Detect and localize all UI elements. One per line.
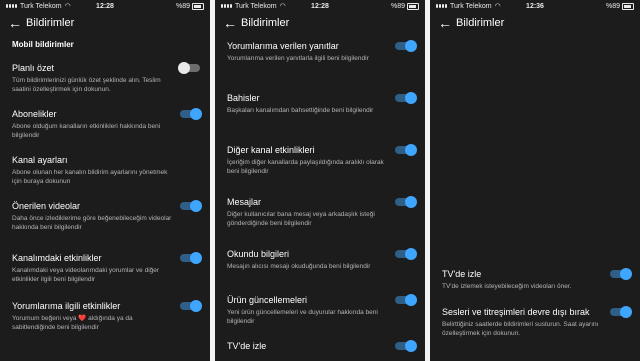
setting-title: Abonelikler bbox=[12, 109, 57, 119]
phone-screen-3: Turk Telekom ◠ 12:36 %89 ← Bildirimler T… bbox=[430, 0, 640, 361]
app-bar: ← Bildirimler bbox=[430, 12, 640, 34]
setting-read-receipts[interactable]: Okundu bilgileri Mesajın alıcısı mesajı … bbox=[215, 248, 425, 294]
signal-icon bbox=[221, 4, 232, 8]
setting-description: Yeni ürün güncellemeleri ve duyurular ha… bbox=[227, 309, 378, 325]
carrier-name: Turk Telekom bbox=[450, 2, 492, 10]
page-title: Bildirimler bbox=[456, 17, 505, 29]
signal-icon bbox=[436, 4, 447, 8]
setting-comment-replies[interactable]: Yorumlarıma verilen yanıtlar Yorumlarıma… bbox=[215, 40, 425, 92]
battery-percent: %89 bbox=[390, 2, 405, 10]
wifi-icon: ◠ bbox=[494, 3, 501, 10]
setting-product-updates[interactable]: Ürün güncellemeleri Yeni ürün güncelleme… bbox=[215, 294, 425, 340]
setting-title: TV'de izle bbox=[442, 269, 482, 279]
toggle-switch[interactable] bbox=[395, 294, 417, 306]
setting-description: Daha önce izlediklerime göre beğenebilec… bbox=[12, 215, 172, 231]
toggle-switch[interactable] bbox=[395, 92, 417, 104]
status-time: 12:28 bbox=[311, 2, 329, 10]
battery-percent: %89 bbox=[175, 2, 190, 10]
setting-title: Önerilen videolar bbox=[12, 201, 81, 211]
app-bar: ← Bildirimler bbox=[215, 12, 425, 34]
setting-title: Mesajlar bbox=[227, 197, 262, 207]
setting-description: Yorumum beğeni veya ❤️ aldığında ya da s… bbox=[12, 314, 174, 332]
status-time: 12:28 bbox=[96, 2, 114, 10]
carrier-name: Turk Telekom bbox=[235, 2, 277, 10]
setting-watch-on-tv[interactable]: TV'de izle TV'de izlemek isteyebileceğim… bbox=[430, 268, 640, 306]
phone-screen-1: Turk Telekom ◠ 12:28 %89 ← Bildirimler M… bbox=[0, 0, 210, 361]
toggle-switch[interactable] bbox=[180, 108, 202, 120]
toggle-switch[interactable] bbox=[178, 62, 200, 74]
signal-icon bbox=[6, 4, 17, 8]
carrier-name: Turk Telekom bbox=[20, 2, 62, 10]
toggle-switch[interactable] bbox=[180, 300, 202, 312]
setting-description: Yorumlarıma verilen yanıtlarla ilgili be… bbox=[227, 55, 369, 62]
setting-description: Mesajın alıcısı mesajı okuduğunda beni b… bbox=[227, 263, 371, 270]
toggle-switch[interactable] bbox=[180, 200, 202, 212]
wifi-icon: ◠ bbox=[279, 3, 286, 10]
battery-icon bbox=[407, 2, 419, 10]
setting-subscriptions[interactable]: Abonelikler Abone olduğum kanalların etk… bbox=[0, 108, 210, 154]
setting-description: TV'de izlemek isteyebileceğim videoları … bbox=[442, 283, 572, 290]
setting-mute-notifications[interactable]: Sesleri ve titreşimleri devre dışı bırak… bbox=[430, 306, 640, 352]
toggle-switch[interactable] bbox=[395, 340, 417, 352]
toggle-switch[interactable] bbox=[180, 252, 202, 264]
setting-title: Kanalımdaki etkinlikler bbox=[12, 253, 102, 263]
back-arrow-icon[interactable]: ← bbox=[8, 16, 26, 30]
setting-title: Yorumlarıma verilen yanıtlar bbox=[227, 41, 339, 51]
toggle-switch[interactable] bbox=[395, 248, 417, 260]
battery-icon bbox=[622, 2, 634, 10]
section-header: Mobil bildirimler bbox=[12, 40, 74, 49]
setting-title: Yorumlarıma ilgili etkinlikler bbox=[12, 301, 121, 311]
back-arrow-icon[interactable]: ← bbox=[223, 16, 241, 30]
setting-mentions[interactable]: Bahisler Başkaları kanalımdan bahsettiği… bbox=[215, 92, 425, 144]
settings-list: Mobil bildirimler Planlı özet Tüm bildir… bbox=[0, 34, 210, 340]
setting-other-channel-activity[interactable]: Diğer kanal etkinlikleri İçeriğim diğer … bbox=[215, 144, 425, 196]
settings-list: Yorumlarıma verilen yanıtlar Yorumlarıma… bbox=[215, 40, 425, 360]
setting-title: Planlı özet bbox=[12, 63, 55, 73]
setting-description: Belirttiğiniz saatlerde bildirimleri sus… bbox=[442, 321, 599, 337]
wifi-icon: ◠ bbox=[64, 3, 71, 10]
status-bar: Turk Telekom ◠ 12:28 %89 bbox=[215, 0, 425, 12]
screenshot-strip: Turk Telekom ◠ 12:28 %89 ← Bildirimler M… bbox=[0, 0, 640, 361]
app-bar: ← Bildirimler bbox=[0, 12, 210, 34]
setting-title: Ürün güncellemeleri bbox=[227, 295, 308, 305]
status-time: 12:36 bbox=[526, 2, 544, 10]
phone-screen-2: Turk Telekom ◠ 12:28 %89 ← Bildirimler Y… bbox=[215, 0, 425, 361]
setting-comment-activity[interactable]: Yorumlarıma ilgili etkinlikler Yorumum b… bbox=[0, 300, 210, 340]
status-bar: Turk Telekom ◠ 12:36 %89 bbox=[430, 0, 640, 12]
setting-description: Tüm bildirimlerinizi günlük özet şeklind… bbox=[12, 77, 161, 93]
setting-messages[interactable]: Mesajlar Diğer kullanıcılar bana mesaj v… bbox=[215, 196, 425, 248]
toggle-switch[interactable] bbox=[395, 196, 417, 208]
setting-title: Bahisler bbox=[227, 93, 260, 103]
status-bar: Turk Telekom ◠ 12:28 %89 bbox=[0, 0, 210, 12]
setting-description: Diğer kullanıcılar bana mesaj veya arkad… bbox=[227, 211, 375, 227]
back-arrow-icon[interactable]: ← bbox=[438, 16, 456, 30]
setting-description: Başkaları kanalımdan bahsettiğinde beni … bbox=[227, 107, 374, 114]
setting-description: İçeriğim diğer kanallarda paylaşıldığınd… bbox=[227, 159, 384, 175]
setting-title: Kanal ayarları bbox=[12, 155, 68, 165]
setting-title: Diğer kanal etkinlikleri bbox=[227, 145, 315, 155]
toggle-switch[interactable] bbox=[610, 306, 632, 318]
setting-recommended-videos[interactable]: Önerilen videolar Daha önce izlediklerim… bbox=[0, 200, 210, 252]
page-title: Bildirimler bbox=[26, 17, 75, 29]
settings-list: TV'de izle TV'de izlemek isteyebileceğim… bbox=[430, 268, 640, 352]
setting-title: TV'de izle bbox=[227, 341, 267, 351]
toggle-switch[interactable] bbox=[395, 40, 417, 52]
heart-icon: ❤️ bbox=[78, 315, 87, 322]
setting-title: Sesleri ve titreşimleri devre dışı bırak bbox=[442, 307, 590, 317]
description-part: Yorumum beğeni veya bbox=[12, 315, 77, 322]
setting-description: Abone olunan her kanalın bildirim ayarla… bbox=[12, 169, 168, 185]
battery-percent: %89 bbox=[605, 2, 620, 10]
setting-description: Kanalımdaki veya videolarımdaki yorumlar… bbox=[12, 267, 160, 283]
toggle-switch[interactable] bbox=[610, 268, 632, 280]
setting-channel-settings[interactable]: Kanal ayarları Abone olunan her kanalın … bbox=[0, 154, 210, 200]
setting-title: Okundu bilgileri bbox=[227, 249, 290, 259]
battery-icon bbox=[192, 2, 204, 10]
setting-channel-activity[interactable]: Kanalımdaki etkinlikler Kanalımdaki veya… bbox=[0, 252, 210, 300]
setting-planned-summary[interactable]: Planlı özet Tüm bildirimlerinizi günlük … bbox=[0, 62, 210, 108]
setting-watch-on-tv[interactable]: TV'de izle bbox=[215, 340, 425, 360]
page-title: Bildirimler bbox=[241, 17, 290, 29]
toggle-switch[interactable] bbox=[395, 144, 417, 156]
setting-description: Abone olduğum kanalların etkinlikleri ha… bbox=[12, 123, 161, 139]
